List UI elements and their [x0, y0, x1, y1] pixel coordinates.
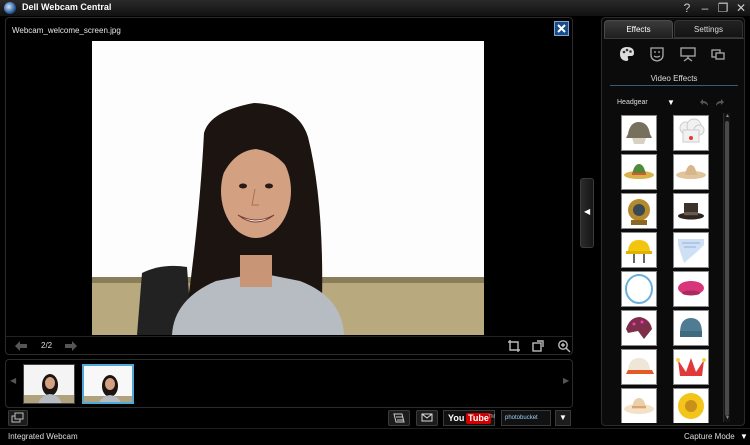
category-dropdown-caret[interactable]: ▼ — [667, 98, 675, 107]
crop-icon[interactable] — [507, 339, 521, 353]
palette-icon[interactable] — [618, 45, 636, 63]
effect-sun-hat[interactable] — [621, 388, 657, 423]
effect-sombrero-tan[interactable] — [673, 154, 709, 190]
undo-icon[interactable] — [699, 97, 710, 107]
device-name: Integrated Webcam — [8, 432, 78, 441]
thumbnail-1[interactable] — [23, 364, 75, 404]
effect-halo-ring[interactable] — [621, 271, 657, 307]
effects-grid — [619, 113, 724, 423]
tab-effects[interactable]: Effects — [604, 20, 673, 38]
page-counter: 2/2 — [41, 341, 53, 350]
photo-viewer: Webcam_welcome_screen.jpg 2/2 — [5, 17, 573, 355]
gallery-icon — [11, 412, 24, 423]
scroll-up-arrow[interactable]: ▲ — [724, 113, 731, 120]
photobucket-label: photobucket — [505, 415, 538, 421]
effects-panel: Effects Settings Video Effects Headgear … — [601, 17, 745, 426]
effect-army-helmet[interactable] — [621, 115, 657, 151]
next-arrow-icon[interactable] — [64, 340, 78, 352]
effect-bandana-blue[interactable] — [673, 232, 709, 268]
effect-jester-hat-red[interactable] — [673, 349, 709, 385]
film-icon — [393, 413, 405, 423]
help-button[interactable]: ? — [680, 1, 694, 15]
capture-mode-menu[interactable]: Capture Mode ▼ — [684, 432, 748, 441]
category-dropdown[interactable]: Headgear — [617, 99, 648, 106]
gallery-toggle-button[interactable] — [8, 410, 28, 426]
reset-effect-icon[interactable] — [714, 97, 725, 107]
close-icon — [557, 24, 566, 33]
file-name: Webcam_welcome_screen.jpg — [12, 26, 121, 35]
filmstrip-right-arrow[interactable]: ▶ — [563, 376, 569, 385]
effect-diving-helmet[interactable] — [621, 193, 657, 229]
app-title: Dell Webcam Central — [22, 2, 112, 12]
webcam-photo — [92, 41, 484, 335]
effects-share-button[interactable] — [388, 410, 410, 426]
status-bar: Integrated Webcam Capture Mode ▼ — [0, 428, 750, 445]
avatar-mask-icon[interactable] — [648, 45, 666, 63]
viewer-toolbar: 2/2 — [6, 336, 572, 355]
minimize-button[interactable]: – — [698, 1, 712, 15]
effect-beanie-blue[interactable] — [673, 310, 709, 346]
effect-chef-hat[interactable] — [673, 115, 709, 151]
tab-settings[interactable]: Settings — [674, 20, 743, 38]
effect-beret-pink[interactable] — [673, 271, 709, 307]
resize-icon[interactable] — [531, 339, 545, 353]
presentation-icon[interactable] — [679, 45, 697, 63]
restore-button[interactable]: ❐ — [716, 1, 730, 15]
collapse-panel-tab[interactable]: ◀ — [580, 178, 594, 248]
share-dropdown-button[interactable]: ▼ — [555, 410, 571, 426]
effect-baseball-cap-red[interactable] — [621, 349, 657, 385]
tab-divider — [604, 38, 744, 39]
youtube-upload-button[interactable]: You Tube TM — [443, 410, 495, 426]
capture-mode-caret: ▼ — [739, 432, 748, 441]
filmstrip-left-arrow[interactable]: ◀ — [10, 376, 16, 385]
frames-icon[interactable] — [709, 45, 727, 63]
section-title: Video Effects — [610, 74, 738, 86]
youtube-logo-you: You — [448, 413, 465, 423]
email-button[interactable] — [416, 410, 438, 426]
effect-hard-hat[interactable] — [621, 232, 657, 268]
scroll-down-arrow[interactable]: ▼ — [724, 415, 731, 422]
previous-arrow-icon[interactable] — [14, 340, 28, 352]
effect-sunflower-hat[interactable] — [673, 388, 709, 423]
bottom-toolbar: You Tube TM photobucket ▼ — [5, 409, 573, 427]
effect-sombrero-green[interactable] — [621, 154, 657, 190]
youtube-trademark: TM — [488, 414, 496, 420]
zoom-icon[interactable] — [557, 339, 571, 353]
collapse-arrow-icon: ◀ — [584, 207, 591, 216]
title-bar: Dell Webcam Central ? – ❐ ✕ — [0, 0, 750, 16]
scrollbar-thumb[interactable] — [725, 121, 729, 416]
effects-scrollbar[interactable]: ▲ ▼ — [723, 113, 730, 422]
capture-mode-label: Capture Mode — [684, 432, 735, 441]
thumbnail-2[interactable] — [82, 364, 134, 404]
filmstrip: ◀ ▶ — [5, 359, 573, 408]
close-viewer-button[interactable] — [554, 21, 569, 36]
close-window-button[interactable]: ✕ — [734, 1, 748, 15]
effect-top-hat[interactable] — [673, 193, 709, 229]
effect-bandana-red[interactable] — [621, 310, 657, 346]
mail-icon — [421, 413, 433, 422]
app-icon — [4, 2, 16, 14]
photobucket-upload-button[interactable]: photobucket — [501, 410, 551, 426]
